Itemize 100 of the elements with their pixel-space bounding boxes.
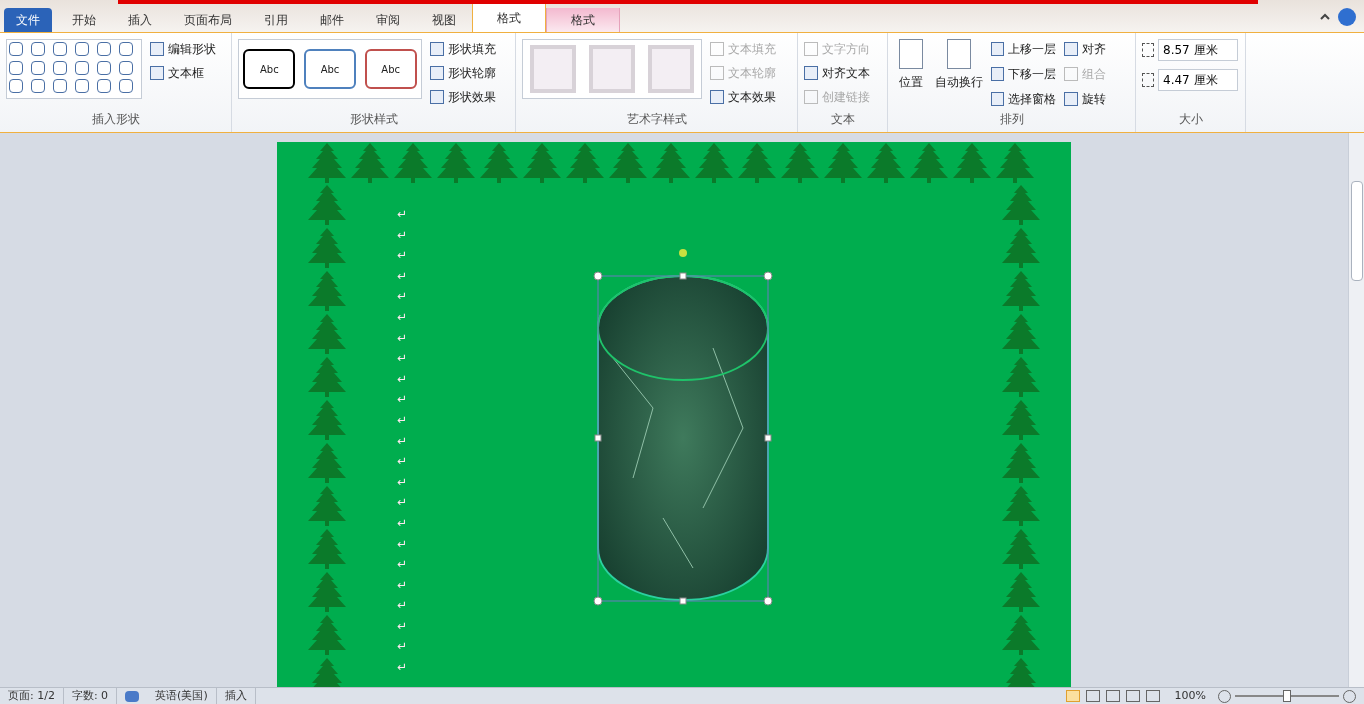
ribbon-tab[interactable]: 格式 — [472, 2, 546, 32]
size-field[interactable]: 4.47 厘米 — [1158, 69, 1238, 91]
ribbon-tab[interactable]: 开始 — [56, 8, 112, 32]
pine-tree-icon — [307, 614, 347, 656]
position-button[interactable]: 位置 — [894, 39, 928, 110]
shape-icon[interactable] — [97, 60, 111, 75]
shape-icon[interactable] — [75, 79, 89, 94]
paragraph-mark: ↵ — [397, 329, 408, 347]
pine-tree-icon — [307, 528, 347, 570]
group-title: 文本 — [829, 111, 856, 128]
language-status[interactable]: 英语(美国) — [147, 687, 217, 704]
ribbon-tab[interactable]: 页面布局 — [168, 8, 248, 32]
pine-tree-icon — [1001, 399, 1041, 441]
shape-icon[interactable] — [31, 60, 45, 75]
paragraph-mark: ↵ — [397, 350, 408, 368]
shape-icon[interactable] — [97, 79, 111, 94]
selected-cylinder-shape[interactable] — [593, 248, 773, 608]
paragraph-mark: ↵ — [397, 247, 408, 265]
pine-tree-icon — [1001, 313, 1041, 355]
shape-icon[interactable] — [53, 60, 67, 75]
group-title: 排列 — [998, 111, 1025, 128]
shape-icon[interactable] — [119, 60, 133, 75]
wrap-text-button[interactable]: 自动换行 — [935, 39, 984, 110]
pine-tree-icon — [393, 142, 433, 184]
paragraph-mark: ↵ — [397, 514, 408, 532]
paragraph-mark: ↵ — [397, 659, 408, 677]
ribbon-button[interactable]: 上移一层 — [991, 39, 1057, 59]
size-icon — [1142, 73, 1154, 87]
ribbon-tab[interactable]: 文件 — [4, 8, 52, 32]
shape-icon[interactable] — [9, 42, 23, 56]
scroll-thumb[interactable] — [1350, 181, 1363, 281]
shape-icon[interactable] — [97, 42, 111, 56]
shape-style-swatch[interactable]: Abc — [243, 49, 296, 89]
ribbon-tab[interactable]: 视图 — [416, 8, 472, 32]
pine-tree-icon — [995, 142, 1035, 184]
ribbon-button[interactable]: 文本效果 — [710, 87, 776, 107]
ribbon-tab[interactable]: 格式 — [546, 8, 620, 32]
shape-icon[interactable] — [31, 42, 45, 56]
group-title: 插入形状 — [90, 111, 141, 128]
paragraph-mark: ↵ — [397, 535, 408, 553]
pine-tree-icon — [307, 270, 347, 312]
insert-mode[interactable]: 插入 — [216, 687, 256, 704]
chevron-up-icon[interactable] — [1320, 13, 1330, 20]
shape-style-swatch[interactable]: Abc — [364, 49, 417, 89]
pine-tree-icon — [780, 142, 820, 184]
ribbon-tab[interactable]: 审阅 — [360, 8, 416, 32]
shape-gallery[interactable] — [6, 39, 142, 99]
paragraph-mark: ↵ — [397, 391, 408, 409]
pine-tree-icon — [909, 142, 949, 184]
ribbon-button[interactable]: 下移一层 — [991, 64, 1057, 84]
group-title: 艺术字样式 — [625, 111, 688, 128]
shape-icon[interactable] — [9, 79, 23, 94]
ribbon-button[interactable]: 旋转 — [1064, 89, 1129, 109]
size-field[interactable]: 8.57 厘米 — [1158, 39, 1238, 61]
pine-tree-icon — [1001, 442, 1041, 484]
word-count[interactable]: 字数: 0 — [63, 687, 118, 704]
pine-tree-icon — [1001, 614, 1041, 656]
ribbon-tab[interactable]: 插入 — [112, 8, 168, 32]
shape-icon[interactable] — [75, 60, 89, 75]
paragraph-mark: ↵ — [397, 576, 408, 594]
document-icon — [898, 39, 923, 69]
group-title: 大小 — [1177, 111, 1204, 128]
shape-icon[interactable] — [75, 42, 89, 56]
shape-icon[interactable] — [53, 42, 67, 56]
paragraph-mark: ↵ — [397, 617, 408, 635]
ribbon-button[interactable]: 形状轮廓 — [430, 63, 496, 83]
ribbon-button[interactable]: 编辑形状 — [150, 39, 216, 59]
zoom-level[interactable]: 100% — [1162, 687, 1218, 704]
paragraph-mark: ↵ — [397, 597, 408, 615]
pine-tree-icon — [1001, 356, 1041, 398]
document-icon — [947, 39, 972, 69]
shape-icon[interactable] — [9, 60, 23, 75]
pine-tree-icon — [307, 399, 347, 441]
shape-icon[interactable] — [53, 79, 67, 94]
pine-tree-icon — [436, 142, 476, 184]
ribbon-tab[interactable]: 邮件 — [304, 8, 360, 32]
pine-tree-icon — [866, 142, 906, 184]
pine-tree-icon — [350, 142, 390, 184]
pine-tree-icon — [307, 571, 347, 613]
zoom-slider-thumb[interactable] — [1283, 689, 1291, 702]
zoom-slider[interactable] — [1235, 689, 1339, 703]
help-icon[interactable] — [1338, 8, 1356, 26]
pine-tree-icon — [823, 142, 863, 184]
style-gallery[interactable]: Abc Abc Abc — [238, 39, 422, 99]
ribbon-button[interactable]: 对齐 — [1064, 39, 1129, 59]
paragraph-mark: ↵ — [397, 411, 408, 429]
shape-icon[interactable] — [119, 79, 133, 94]
ribbon-button[interactable]: 选择窗格 — [991, 89, 1057, 109]
page-count[interactable]: 页面: 1/2 — [0, 687, 64, 704]
ribbon-button[interactable]: 形状填充 — [430, 39, 496, 59]
ribbon-tab[interactable]: 引用 — [248, 8, 304, 32]
ribbon-button[interactable]: 文本框 — [150, 63, 216, 83]
pine-tree-icon — [307, 313, 347, 355]
shape-style-swatch[interactable]: Abc — [304, 49, 356, 89]
vertical-scrollbar[interactable] — [1348, 133, 1364, 687]
ribbon-button[interactable]: 形状效果 — [430, 87, 496, 107]
shape-icon[interactable] — [119, 42, 133, 56]
shape-icon[interactable] — [31, 79, 45, 94]
ribbon-button[interactable]: 对齐文本 — [804, 63, 870, 83]
paragraph-mark: ↵ — [397, 556, 408, 574]
